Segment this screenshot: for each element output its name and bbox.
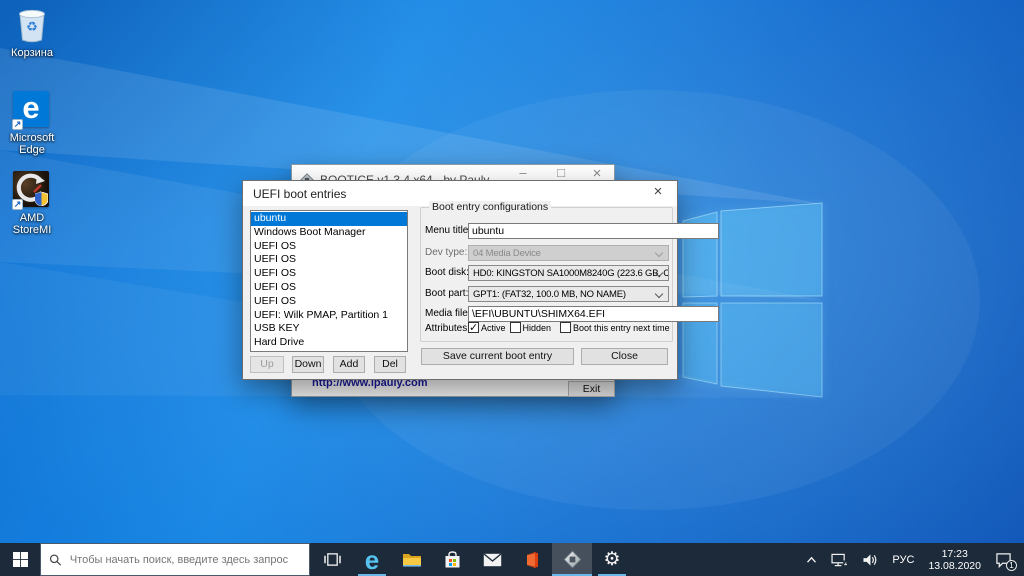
boot-next-checkbox-label: Boot this entry next time (573, 323, 670, 333)
task-view-icon (324, 552, 341, 567)
amd-storemi-icon: ↗ (13, 171, 51, 209)
bootice-icon (563, 550, 582, 569)
clock-time: 17:23 (928, 548, 981, 560)
boot-entry[interactable]: ubuntu (251, 212, 407, 226)
recycle-bin-icon: ♻ (13, 6, 51, 44)
boot-entry-configurations-group: Boot entry configurations Menu title: De… (420, 207, 673, 342)
del-button[interactable]: Del (374, 356, 406, 373)
system-tray: РУС 17:23 13.08.2020 1 (799, 543, 1024, 576)
dev-type-dropdown: 04 Media Device (468, 245, 669, 261)
network-icon (831, 553, 848, 567)
boot-entry[interactable]: UEFI OS (251, 240, 407, 254)
edge-icon: e ↗ (13, 91, 51, 129)
uefi-boot-entries-dialog: UEFI boot entries × ubuntuWindows Boot M… (242, 180, 678, 380)
uac-shield-icon (35, 192, 48, 206)
volume-tray-button[interactable] (862, 553, 878, 567)
clock-date: 13.08.2020 (928, 560, 981, 572)
notification-badge: 1 (1006, 560, 1017, 571)
boot-entry[interactable]: UEFI: Wilk PMAP, Partition 1 (251, 309, 407, 323)
shortcut-arrow-icon: ↗ (12, 199, 23, 210)
svg-text:♻: ♻ (26, 19, 38, 34)
minimize-button[interactable]: – (508, 165, 538, 180)
media-file-input[interactable] (468, 306, 719, 322)
desktop-icon-label: AMD StoreMI (1, 212, 63, 236)
taskbar: e (0, 543, 1024, 576)
boot-entries-list[interactable]: ubuntuWindows Boot ManagerUEFI OSUEFI OS… (250, 210, 408, 352)
store-icon (444, 551, 461, 569)
media-file-label: Media file: (425, 308, 471, 319)
taskbar-store[interactable] (432, 543, 472, 576)
taskbar-office[interactable] (512, 543, 552, 576)
taskbar-file-explorer[interactable] (392, 543, 432, 576)
office-icon (523, 551, 541, 569)
boot-entry[interactable]: UEFI OS (251, 281, 407, 295)
network-tray-button[interactable] (831, 553, 848, 567)
boot-part-label: Boot part: (425, 288, 468, 299)
boot-entry[interactable]: UEFI OS (251, 295, 407, 309)
task-view-button[interactable] (312, 543, 352, 576)
shortcut-arrow-icon: ↗ (12, 119, 23, 130)
taskbar-edge[interactable]: e (352, 543, 392, 576)
boot-entry[interactable]: Hard Drive (251, 336, 407, 350)
attributes-label: Attributes: (425, 323, 470, 334)
start-button[interactable] (0, 543, 40, 576)
active-checkbox-label: Active (481, 323, 506, 333)
action-center-button[interactable]: 1 (995, 552, 1012, 568)
edge-icon: e (365, 547, 379, 573)
boot-entry[interactable]: USB KEY (251, 322, 407, 336)
boot-disk-label: Boot disk: (425, 267, 469, 278)
mail-icon (483, 553, 502, 567)
language-indicator[interactable]: РУС (892, 554, 914, 566)
desktop-icon-recycle-bin[interactable]: ♻ Корзина (1, 6, 63, 59)
speaker-icon (862, 553, 878, 567)
boot-disk-dropdown[interactable]: HD0: KINGSTON SA1000M8240G (223.6 GB, C: (468, 265, 669, 281)
down-button[interactable]: Down (292, 356, 324, 373)
menu-title-input[interactable] (468, 223, 719, 239)
close-icon[interactable]: × (645, 183, 671, 200)
dev-type-label: Dev type: (425, 247, 467, 258)
dialog-title: UEFI boot entries (253, 187, 346, 201)
tray-expand-button[interactable] (806, 556, 817, 564)
close-dialog-button[interactable]: Close (581, 348, 668, 365)
boot-next-checkbox[interactable] (560, 322, 571, 333)
desktop-icon-amd-storemi[interactable]: ↗ AMD StoreMI (1, 171, 63, 236)
hidden-checkbox-label: Hidden (523, 323, 552, 333)
chevron-down-icon (655, 249, 663, 257)
add-button[interactable]: Add (333, 356, 365, 373)
hidden-checkbox[interactable] (510, 322, 521, 333)
chevron-down-icon (655, 290, 663, 298)
search-input[interactable] (70, 554, 301, 566)
maximize-button[interactable]: □ (546, 165, 576, 180)
taskbar-search[interactable] (40, 543, 310, 576)
taskbar-settings[interactable]: ⚙ (592, 543, 632, 576)
taskbar-clock[interactable]: 17:23 13.08.2020 (928, 548, 981, 572)
save-current-boot-entry-button[interactable]: Save current boot entry (421, 348, 574, 365)
file-explorer-icon (402, 552, 422, 568)
boot-entry[interactable]: UEFI OS (251, 253, 407, 267)
menu-title-label: Menu title: (425, 225, 471, 236)
boot-part-dropdown[interactable]: GPT1: (FAT32, 100.0 MB, NO NAME) (468, 286, 669, 302)
chevron-up-icon (806, 556, 817, 564)
boot-entry[interactable]: Windows Boot Manager (251, 226, 407, 240)
gear-icon: ⚙ (603, 550, 620, 569)
exit-button[interactable]: Exit (568, 381, 615, 397)
up-button[interactable]: Up (250, 356, 284, 373)
windows-start-icon (13, 552, 28, 567)
group-title: Boot entry configurations (429, 201, 551, 213)
search-icon (49, 553, 62, 567)
taskbar-mail[interactable] (472, 543, 512, 576)
boot-entry[interactable]: UEFI OS (251, 267, 407, 281)
active-checkbox[interactable] (468, 322, 479, 333)
taskbar-bootice[interactable] (552, 543, 592, 576)
desktop-icon-label: Корзина (1, 47, 63, 59)
desktop-icon-label: Microsoft Edge (1, 132, 63, 156)
desktop-icon-edge[interactable]: e ↗ Microsoft Edge (1, 91, 63, 156)
